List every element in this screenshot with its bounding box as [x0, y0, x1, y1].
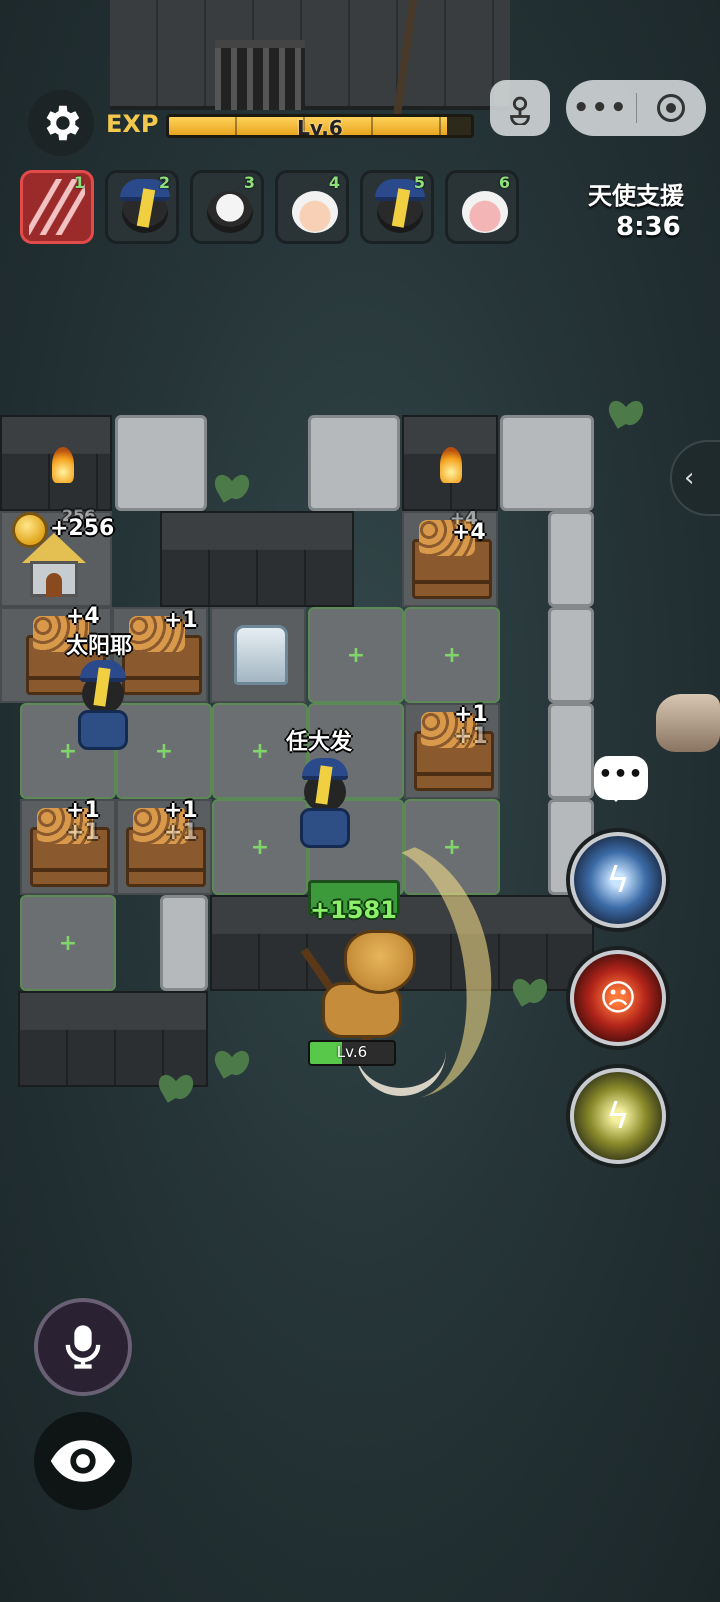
settings-button[interactable]	[28, 90, 94, 156]
boss-level-text: Lv.6	[336, 1043, 368, 1061]
chevron-left-icon: ‹	[684, 463, 695, 493]
castle-gate	[215, 40, 305, 110]
angry-face-icon: ☹	[599, 977, 637, 1019]
bush-icon	[510, 974, 550, 1008]
player-level: Lv.6	[297, 116, 343, 138]
stone-block	[548, 607, 594, 703]
stone-block	[115, 415, 207, 511]
unit-name-label: 太阳耶	[66, 634, 133, 659]
slot-number: 6	[498, 173, 510, 192]
eye-icon	[50, 1440, 116, 1482]
voice-button[interactable]	[34, 1298, 132, 1396]
squad-slot-3[interactable]: 3	[190, 170, 264, 244]
bush-icon	[156, 1070, 196, 1104]
exp-label: EXP	[106, 110, 159, 138]
wall-block	[402, 415, 498, 511]
stone-block	[548, 511, 594, 607]
squad-slot-5[interactable]: 5	[360, 170, 434, 244]
mini-program-button[interactable]	[490, 80, 550, 136]
view-toggle-button[interactable]	[34, 1412, 132, 1510]
more-dots-icon: •••	[572, 93, 629, 123]
angel-support-title[interactable]: 天使支援	[588, 176, 684, 211]
boss-level-bar: Lv.6	[308, 1040, 396, 1066]
empty-build-tile[interactable]: +	[20, 895, 116, 991]
torch-icon	[440, 447, 462, 483]
wall-block	[160, 511, 354, 607]
bush-icon	[606, 396, 646, 430]
gold-gain-text: +256	[50, 516, 115, 541]
chat-bubble-icon: •••	[598, 761, 644, 787]
squad-slot-2[interactable]: 2	[105, 170, 179, 244]
stone-block	[308, 415, 400, 511]
floor-tile	[210, 607, 306, 703]
jiangshi-sheep-unit[interactable]	[68, 660, 138, 760]
slot-number: 5	[413, 173, 425, 192]
jiangshi-sheep-unit[interactable]	[290, 758, 360, 858]
exp-bar: Lv.6	[166, 114, 474, 138]
slot-number: 4	[328, 173, 340, 192]
slot-number: 3	[243, 173, 255, 192]
bush-icon	[212, 470, 252, 504]
torch-icon	[52, 447, 74, 483]
chat-button[interactable]: •••	[594, 756, 648, 802]
microphone-icon	[65, 1325, 101, 1369]
skill-rage-button[interactable]: ☹	[570, 950, 666, 1046]
slot-number: 1	[73, 173, 85, 192]
skill-lightning-button[interactable]: ϟ	[570, 832, 666, 928]
target-circle-icon	[657, 94, 686, 122]
wall-block	[0, 415, 112, 511]
unit-name-label: 任大发	[286, 730, 353, 755]
skill-storm-button[interactable]: ϟ	[570, 1068, 666, 1164]
gear-icon	[46, 105, 80, 141]
gain-ghost-text: +1	[454, 724, 488, 749]
pink-sheep-icon	[462, 191, 508, 233]
close-mini-program-button[interactable]	[637, 80, 707, 136]
black-sheep-icon	[207, 191, 253, 233]
plus-icon: +	[442, 643, 462, 668]
stone-statue-icon	[234, 625, 288, 685]
side-panel-toggle[interactable]: ‹	[670, 440, 720, 516]
wood-gain-text: +4	[66, 604, 100, 629]
squad-slot-4[interactable]: 4	[275, 170, 349, 244]
slot-number: 2	[158, 173, 170, 192]
more-button[interactable]: •••	[566, 80, 636, 136]
werewolf-boss[interactable]	[304, 930, 424, 1040]
empty-build-tile[interactable]: +	[308, 607, 404, 703]
plus-icon: +	[58, 931, 78, 956]
mini-program-icon	[510, 96, 530, 125]
heal-amount-text: +1581	[310, 896, 397, 924]
wood-gain-text: +1	[164, 608, 198, 633]
cat-icon	[656, 694, 720, 752]
wood-crate-icon	[412, 520, 492, 599]
stone-block	[548, 703, 594, 799]
angel-support-timer: 8:36	[616, 212, 681, 242]
squad-slot-6[interactable]: 6	[445, 170, 519, 244]
empty-build-tile[interactable]: +	[404, 607, 500, 703]
dead-tree	[390, 0, 500, 130]
gold-coin-icon	[12, 512, 48, 548]
bush-icon	[212, 1046, 252, 1080]
storm-figure-icon: ϟ	[606, 1095, 630, 1137]
white-sheep-icon	[292, 191, 338, 233]
gain-ghost-text: +1	[66, 820, 100, 845]
stone-block	[500, 415, 594, 511]
squad-slot-1[interactable]: 1	[20, 170, 94, 244]
lightning-figure-icon: ϟ	[606, 859, 630, 901]
capsule-menu: •••	[566, 80, 706, 136]
wood-gain-text: +4	[452, 520, 486, 545]
plus-icon: +	[346, 643, 366, 668]
gain-ghost-text: +1	[164, 820, 198, 845]
stone-block	[160, 895, 208, 991]
